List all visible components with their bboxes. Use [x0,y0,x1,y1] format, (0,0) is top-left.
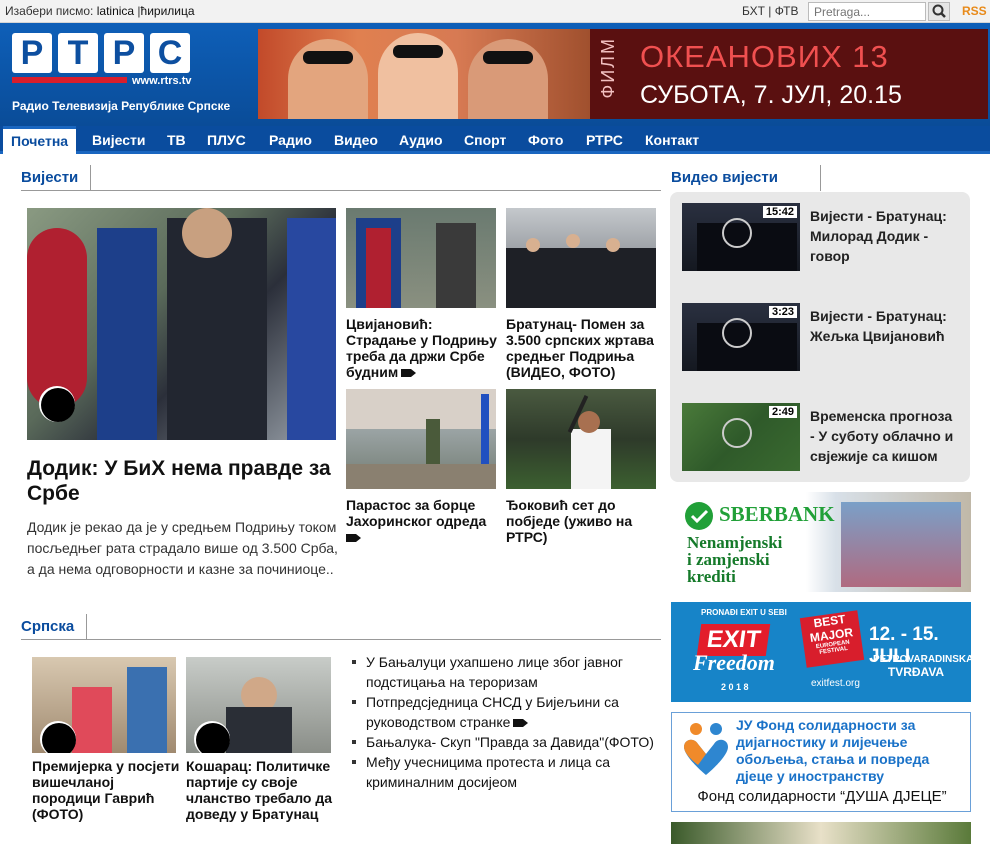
sberbank-ad[interactable]: SBERBANK Nenamjenski i zamjenski krediti [671,492,971,592]
banner-photo [258,29,590,119]
video-title[interactable]: Временска прогноза - У суботу облачно и … [810,406,960,466]
rtrs-logo[interactable]: Р Т Р С www.rtrs.tv [12,33,197,95]
srpska-section-header: Српска [21,614,661,640]
video-camera-icon [346,534,361,542]
srpska-heading[interactable]: Српска [21,614,88,640]
logo-url: www.rtrs.tv [132,75,192,87]
fond-text: ЈУ Фонд солидарности за дијагностику и ли… [736,717,930,784]
play-icon[interactable] [40,721,76,753]
script-label: Изабери писмо: [5,4,94,18]
main-news-title[interactable]: Додик: У БиХ нема правде за Србе [27,456,337,506]
search-input[interactable] [808,2,926,21]
exit-festival-ad[interactable]: PRONAĐI EXIT U SEBI EXIT Freedom 2 0 1 8… [671,602,971,702]
list-item[interactable]: У Бањалуци ухапшено лице због јавног под… [350,652,665,692]
news-item-title[interactable]: Братунац- Помен за 3.500 српских жртава … [506,316,661,380]
list-item[interactable]: Међу учесницима протеста и лица са крими… [350,752,665,792]
video-duration: 3:23 [768,306,797,318]
video-camera-icon [513,719,529,727]
banner-film-label: ФИЛМ [598,37,618,99]
logo-letter: Т [58,33,98,73]
main-nav: Почетна Вијести ТВ ПЛУС Радио Видео Ауди… [0,126,990,154]
exit-top-text: PRONAĐI EXIT U SEBI [701,608,787,617]
heart-hands-icon [684,723,728,775]
sberbank-brand: SBERBANK [719,502,835,526]
script-selector: Изабери писмо: latinica |ћирилица [5,4,195,18]
news-item-title[interactable]: Парастос за борце Јахоринског одреда [346,497,501,545]
video-duration: 15:42 [762,206,797,218]
best-major-badge: BEST MAJOR EUROPEAN FESTIVAL [799,610,865,668]
nav-rtrs[interactable]: РТРС [586,126,623,154]
list-item[interactable]: Потпредсједница СНСД у Бијељини са руков… [350,692,665,732]
cyrillic-link[interactable]: ћирилица [141,4,195,18]
main-news-summary: Додик је рекао да је у средњем Подрињу т… [27,519,338,577]
main-news-image[interactable] [27,208,336,440]
logo-letter: Р [104,33,144,73]
video-title[interactable]: Вијести - Братунац: Жељка Цвијановић [810,306,960,346]
nav-sport[interactable]: Спорт [464,126,506,154]
news-heading[interactable]: Вијести [21,165,92,191]
search-button[interactable] [928,2,950,21]
news-section-header: Вијести [21,165,661,191]
news-item-title[interactable]: Ђоковић сет до побједе (уживо на РТРС) [506,497,661,545]
fond-solidarnosti-ad[interactable]: ЈУ Фонд солидарности за дијагностику и ли… [671,712,971,812]
nav-home[interactable]: Почетна [3,126,77,154]
region-links[interactable]: БХТ | ФТВ [742,4,802,18]
nav-photo[interactable]: Фото [528,126,563,154]
nav-audio[interactable]: Аудио [399,126,443,154]
logo-letter: Р [12,33,52,73]
nav-video[interactable]: Видео [334,126,378,154]
nav-tv[interactable]: ТВ [167,126,186,154]
banner-title: ОКЕАНОВИХ 13 [640,39,889,74]
logo-stripe [12,77,127,83]
srpska-headline-list: У Бањалуци ухапшено лице због јавног под… [350,652,665,792]
video-news-box: 15:42 Вијести - Братунац: Милорад Додик … [670,192,970,482]
video-heading[interactable]: Видео вијести [671,165,821,191]
exit-url: exitfest.org [811,678,860,689]
play-icon[interactable] [39,386,75,422]
video-thumbnail[interactable]: 3:23 [682,303,800,371]
fond-footer: Фонд солидарности “ДУША ДЈЕЦЕ” [697,788,947,805]
bottom-ad[interactable] [671,822,971,844]
rss-link[interactable]: RSS [962,4,987,18]
banner-subtitle: СУБОТА, 7. ЈУЛ, 20.15 [640,81,902,109]
news-item-title[interactable]: Цвијановић: Страдање у Подрињу треба да … [346,316,501,380]
latin-link[interactable]: latinica [97,4,134,18]
video-title[interactable]: Вијести - Братунац: Милорад Додик - гово… [810,206,960,266]
nav-plus[interactable]: ПЛУС [207,126,246,154]
video-camera-icon [401,369,417,377]
top-bar: Изабери писмо: latinica |ћирилица БХТ | … [0,0,990,23]
srpska-image[interactable] [32,657,176,753]
exit-place: PETROVARADINSKA TVRĐAVA [873,654,971,679]
nav-radio[interactable]: Радио [269,126,312,154]
header: Р Т Р С www.rtrs.tv Радио Телевизија Реп… [0,23,990,126]
srpska-image[interactable] [186,657,331,753]
sberbank-text: Nenamjenski i zamjenski krediti [687,533,783,586]
news-image[interactable] [346,389,496,489]
video-duration: 2:49 [768,406,797,418]
play-icon[interactable] [194,721,230,753]
search-icon [932,4,946,18]
srpska-item-title[interactable]: Премијерка у посјети вишечланој породици… [32,758,182,822]
news-image[interactable] [506,208,656,308]
exit-freedom: Freedom [693,650,775,675]
sberbank-logo-icon [685,502,713,530]
news-image[interactable] [346,208,496,308]
exit-year: 2 0 1 8 [721,682,749,692]
news-image[interactable] [506,389,656,489]
list-item[interactable]: Бањалука- Скуп "Правда за Давида"(ФОТО) [350,732,665,752]
movie-banner-ad[interactable]: ФИЛМ ОКЕАНОВИХ 13 СУБОТА, 7. ЈУЛ, 20.15 [258,29,988,119]
srpska-item-title[interactable]: Кошарац: Политичке партије су своје члан… [186,758,336,822]
tagline: Радио Телевизија Републике Српске [12,99,231,113]
video-thumbnail[interactable]: 2:49 [682,403,800,471]
nav-contact[interactable]: Контакт [645,126,699,154]
nav-news[interactable]: Вијести [92,126,145,154]
logo-letter: С [150,33,190,73]
video-thumbnail[interactable]: 15:42 [682,203,800,271]
video-section-header: Видео вијести [671,165,971,191]
